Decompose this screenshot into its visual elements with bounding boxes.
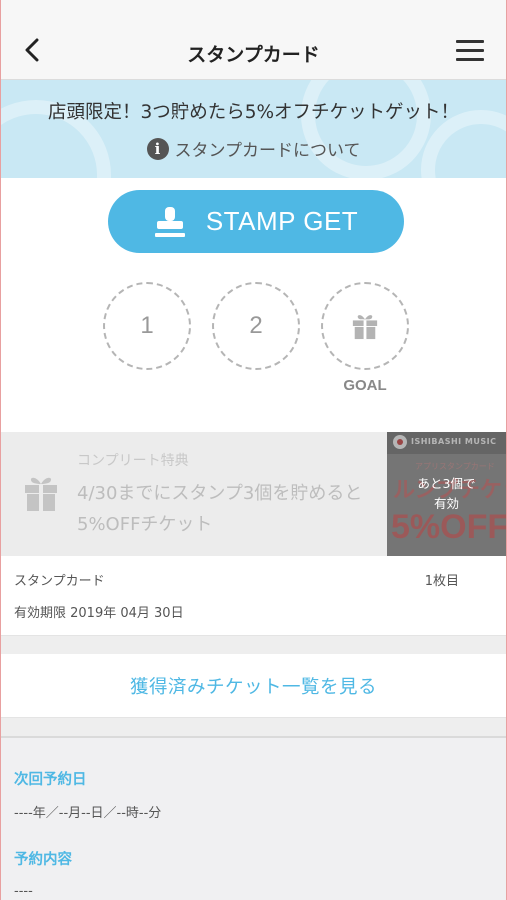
reservation-content-label: 予約内容 bbox=[14, 852, 72, 868]
about-stamp-card-link[interactable]: i スタンプカードについて bbox=[1, 136, 506, 161]
stamp-slot-2: 2 bbox=[212, 282, 300, 370]
card-count: 1枚目 bbox=[424, 574, 459, 589]
ticket-remaining: あと3個で 有効 bbox=[387, 474, 506, 514]
next-reservation-label: 次回予約日 bbox=[14, 772, 87, 788]
ticket-remaining-line2: 有効 bbox=[433, 496, 459, 511]
info-icon: i bbox=[146, 137, 169, 160]
gift-icon bbox=[352, 315, 378, 340]
card-name: スタンプカード bbox=[14, 574, 105, 589]
complete-reward-section: コンプリート特典 4/30までにスタンプ3個を貯めると5%OFFチケット ISH… bbox=[1, 432, 506, 556]
gift-icon bbox=[25, 477, 57, 511]
banner-decoration bbox=[301, 80, 431, 178]
ticket-remaining-line1: あと3個で bbox=[417, 476, 476, 491]
goal-label: GOAL bbox=[343, 377, 387, 394]
stamp-get-button[interactable]: STAMP GET bbox=[108, 190, 404, 253]
next-reservation-value: ----年／--月--日／--時--分 bbox=[14, 806, 162, 821]
complete-reward-description: 4/30までにスタンプ3個を貯めると5%OFFチケット bbox=[77, 483, 363, 535]
reward-ticket-image[interactable]: ISHIBASHI MUSIC アプリスタンプカード ルンプチケット 5%OFF… bbox=[387, 432, 506, 556]
banner-headline: 店頭限定！3つ貯めたら5%オフチケットゲット！ bbox=[47, 102, 460, 123]
stamp-slot-1: 1 bbox=[103, 282, 191, 370]
reservation-content-value: ---- bbox=[14, 884, 33, 899]
hamburger-menu-icon[interactable] bbox=[456, 40, 484, 62]
card-info: スタンプカード 1枚目 有効期限 2019年 04月 30日 bbox=[1, 556, 506, 636]
card-expiry: 有効期限 2019年 04月 30日 bbox=[14, 606, 184, 621]
stamp-area: STAMP GET 1 2 GOAL bbox=[1, 178, 506, 432]
complete-reward-title: コンプリート特典 bbox=[77, 453, 189, 469]
about-stamp-card-label: スタンプカードについて bbox=[174, 141, 361, 161]
app-header: スタンプカード bbox=[1, 0, 506, 80]
stamp-get-label: STAMP GET bbox=[205, 206, 359, 236]
campaign-banner: 店頭限定！3つ貯めたら5%オフチケットゲット！ i スタンプカードについて bbox=[1, 80, 506, 178]
acquired-tickets-link[interactable]: 獲得済みチケット一覧を見る bbox=[1, 654, 506, 718]
page-title: スタンプカード bbox=[187, 44, 320, 66]
stamp-icon bbox=[154, 206, 185, 237]
stamp-slot-goal bbox=[321, 282, 409, 370]
reservation-section: 次回予約日 ----年／--月--日／--時--分 予約内容 ---- bbox=[1, 736, 506, 900]
